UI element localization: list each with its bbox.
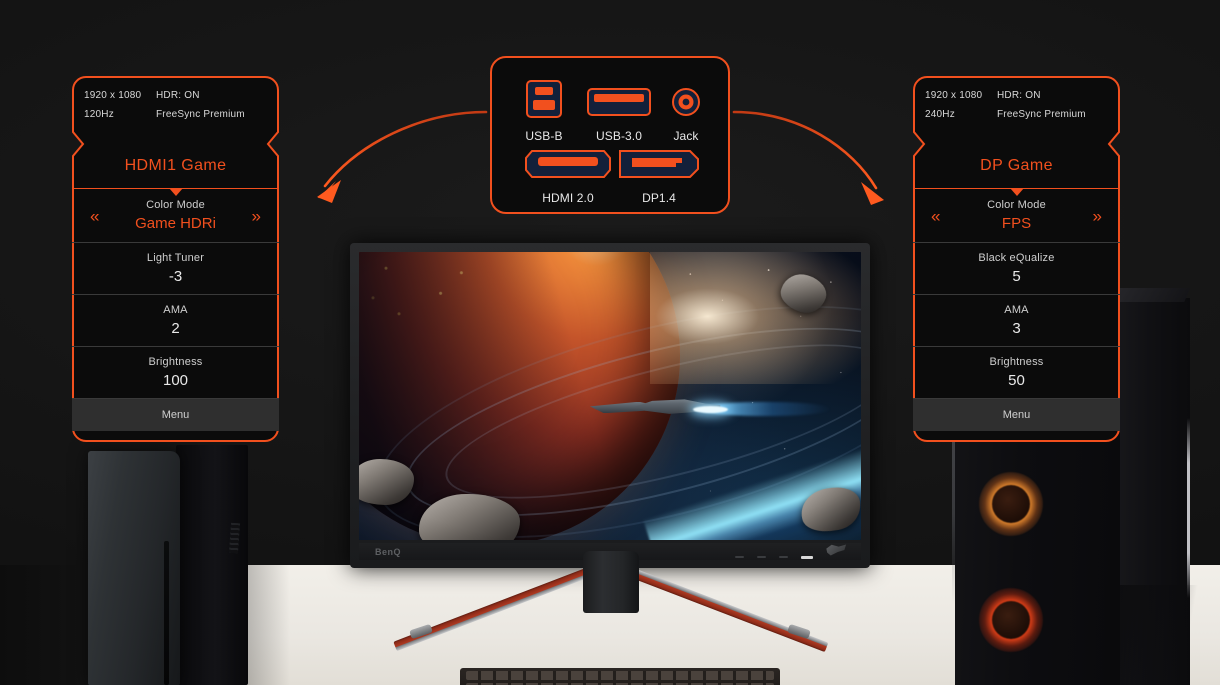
chevron-right-icon[interactable]: » <box>1093 207 1102 224</box>
audio-jack-port-icon <box>672 88 700 116</box>
osd-row-label: Brightness <box>148 356 203 368</box>
port-usb-3: USB-3.0 <box>582 78 656 143</box>
screenshot-stage: BenQ USB-B USB-3.0 Jack HDMI 2.0 DP1.4 1… <box>0 0 1220 685</box>
rgb-fan-ring-upper <box>979 472 1043 536</box>
osd-hdr-status: HDR: ON <box>156 90 200 101</box>
port-label: HDMI 2.0 <box>542 191 594 205</box>
ps5-rear-panel <box>176 445 248 685</box>
keyboard <box>460 668 780 685</box>
osd-row-black-equalize[interactable]: Black eQualize 5 <box>913 243 1120 295</box>
osd-row-value: 5 <box>1012 268 1021 285</box>
osd-refresh-rate: 240Hz <box>925 109 955 120</box>
displayport-port-icon <box>619 150 699 178</box>
osd-row-label: Color Mode <box>987 199 1046 211</box>
osd-row-value: 3 <box>1012 320 1021 337</box>
monitor-screen <box>359 252 861 540</box>
port-jack: Jack <box>662 78 710 143</box>
osd-hdr-status: HDR: ON <box>997 90 1041 101</box>
osd-row-value: 2 <box>171 320 180 337</box>
osd-row-color-mode-right[interactable]: « Color Mode FPS » <box>913 189 1120 243</box>
osd-menu-button-right[interactable]: Menu <box>913 399 1120 431</box>
osd-refresh-rate: 120Hz <box>84 109 114 120</box>
port-label: USB-B <box>525 129 563 143</box>
osd-row-label: Black eQualize <box>978 252 1055 264</box>
osd-button[interactable] <box>735 556 744 558</box>
port-hdmi: HDMI 2.0 <box>520 148 616 205</box>
osd-row-value: 50 <box>1008 372 1025 389</box>
port-label: DP1.4 <box>642 191 676 205</box>
mobiuz-badge-icon <box>826 544 847 556</box>
osd-row-color-mode-left[interactable]: « Color Mode Game HDRi » <box>72 189 279 243</box>
osd-row-value: -3 <box>168 268 183 285</box>
osd-info-bar-right: 1920 x 1080 HDR: ON 240Hz FreeSync Premi… <box>913 76 1120 144</box>
osd-row-value: FPS <box>1001 215 1032 232</box>
osd-row-ama-left[interactable]: AMA 2 <box>72 295 279 347</box>
osd-row-label: AMA <box>1004 304 1029 316</box>
osd-sync-tech: FreeSync Premium <box>997 109 1086 120</box>
osd-button[interactable] <box>757 556 766 558</box>
usb-a-port-icon <box>587 88 651 116</box>
monitor-stand-neck <box>583 551 639 613</box>
osd-panel-hdmi1[interactable]: 1920 x 1080 HDR: ON 120Hz FreeSync Premi… <box>72 76 279 442</box>
tower-shadow <box>1105 585 1220 685</box>
usb-b-port-icon <box>526 80 562 118</box>
power-button[interactable] <box>801 556 813 559</box>
ports-panel: USB-B USB-3.0 Jack HDMI 2.0 DP1.4 <box>490 56 730 214</box>
osd-panel-dp[interactable]: 1920 x 1080 HDR: ON 240Hz FreeSync Premi… <box>913 76 1120 442</box>
playstation-5-console <box>80 445 260 685</box>
tower-top-panel <box>1112 288 1190 302</box>
ps5-seam <box>164 541 169 685</box>
port-label: Jack <box>673 129 699 143</box>
osd-row-label: Color Mode <box>146 199 205 211</box>
osd-source-title-right: DP Game <box>980 157 1053 174</box>
osd-row-light-tuner[interactable]: Light Tuner -3 <box>72 243 279 295</box>
osd-row-label: AMA <box>163 304 188 316</box>
monitor: BenQ <box>350 243 870 568</box>
benq-logo: BenQ <box>375 547 402 557</box>
osd-sync-tech: FreeSync Premium <box>156 109 245 120</box>
chevron-right-icon[interactable]: » <box>252 207 261 224</box>
osd-row-value: Game HDRi <box>135 215 216 232</box>
osd-row-value: 100 <box>162 372 189 389</box>
osd-row-brightness-left[interactable]: Brightness 100 <box>72 347 279 399</box>
osd-menu-button-left[interactable]: Menu <box>72 399 279 431</box>
rgb-fan-ring-lower <box>979 588 1043 652</box>
monitor-osd-buttons[interactable] <box>735 556 821 559</box>
osd-resolution: 1920 x 1080 <box>84 90 142 101</box>
port-label: USB-3.0 <box>595 129 643 143</box>
port-usb-b: USB-B <box>512 78 576 143</box>
osd-resolution: 1920 x 1080 <box>925 90 983 101</box>
chevron-left-icon[interactable]: « <box>931 207 940 224</box>
osd-info-bar-left: 1920 x 1080 HDR: ON 120Hz FreeSync Premi… <box>72 76 279 144</box>
osd-button[interactable] <box>779 556 788 558</box>
screen-vignette <box>359 252 861 540</box>
osd-row-ama-right[interactable]: AMA 3 <box>913 295 1120 347</box>
osd-source-title-left: HDMI1 Game <box>124 157 227 174</box>
osd-row-label: Light Tuner <box>146 252 205 264</box>
osd-row-label: Brightness <box>989 356 1044 368</box>
port-dp: DP1.4 <box>614 148 704 205</box>
tower-highlight-edge <box>1187 418 1190 598</box>
hdmi-port-icon <box>525 150 611 178</box>
osd-row-brightness-right[interactable]: Brightness 50 <box>913 347 1120 399</box>
chevron-left-icon[interactable]: « <box>90 207 99 224</box>
